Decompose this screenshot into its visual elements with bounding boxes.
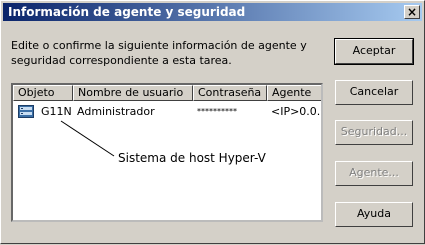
column-header-objeto[interactable]: Objeto — [13, 85, 73, 101]
agente-button[interactable]: Agente... — [335, 161, 413, 186]
column-header-agente[interactable]: Agente — [267, 85, 321, 101]
cell-contrasena: ********** — [197, 107, 237, 116]
close-button[interactable]: × — [404, 5, 420, 19]
host-computer-icon — [18, 105, 34, 118]
description-text: Edite o confirme la siguiente informació… — [11, 39, 307, 67]
title-bar[interactable]: Información de agente y seguridad × — [3, 3, 422, 21]
aceptar-button[interactable]: Aceptar — [334, 38, 414, 65]
ayuda-button[interactable]: Ayuda — [335, 202, 413, 227]
column-header-usuario[interactable]: Nombre de usuario — [73, 85, 193, 101]
cell-agente: <IP>0.0.0. — [271, 105, 321, 118]
dialog-title: Información de agente y seguridad — [8, 5, 246, 19]
column-header-contrasena[interactable]: Contraseña — [193, 85, 267, 101]
cell-objeto: G11N — [41, 105, 72, 118]
cell-usuario: Administrador — [77, 105, 155, 118]
seguridad-button[interactable]: Seguridad... — [335, 120, 413, 145]
callout-label: Sistema de host Hyper-V — [118, 151, 266, 165]
cancelar-button[interactable]: Cancelar — [335, 80, 413, 105]
dialog-window: Información de agente y seguridad × Edit… — [0, 0, 425, 244]
table-row[interactable]: G11N Administrador ********** <IP>0.0.0. — [13, 103, 321, 120]
